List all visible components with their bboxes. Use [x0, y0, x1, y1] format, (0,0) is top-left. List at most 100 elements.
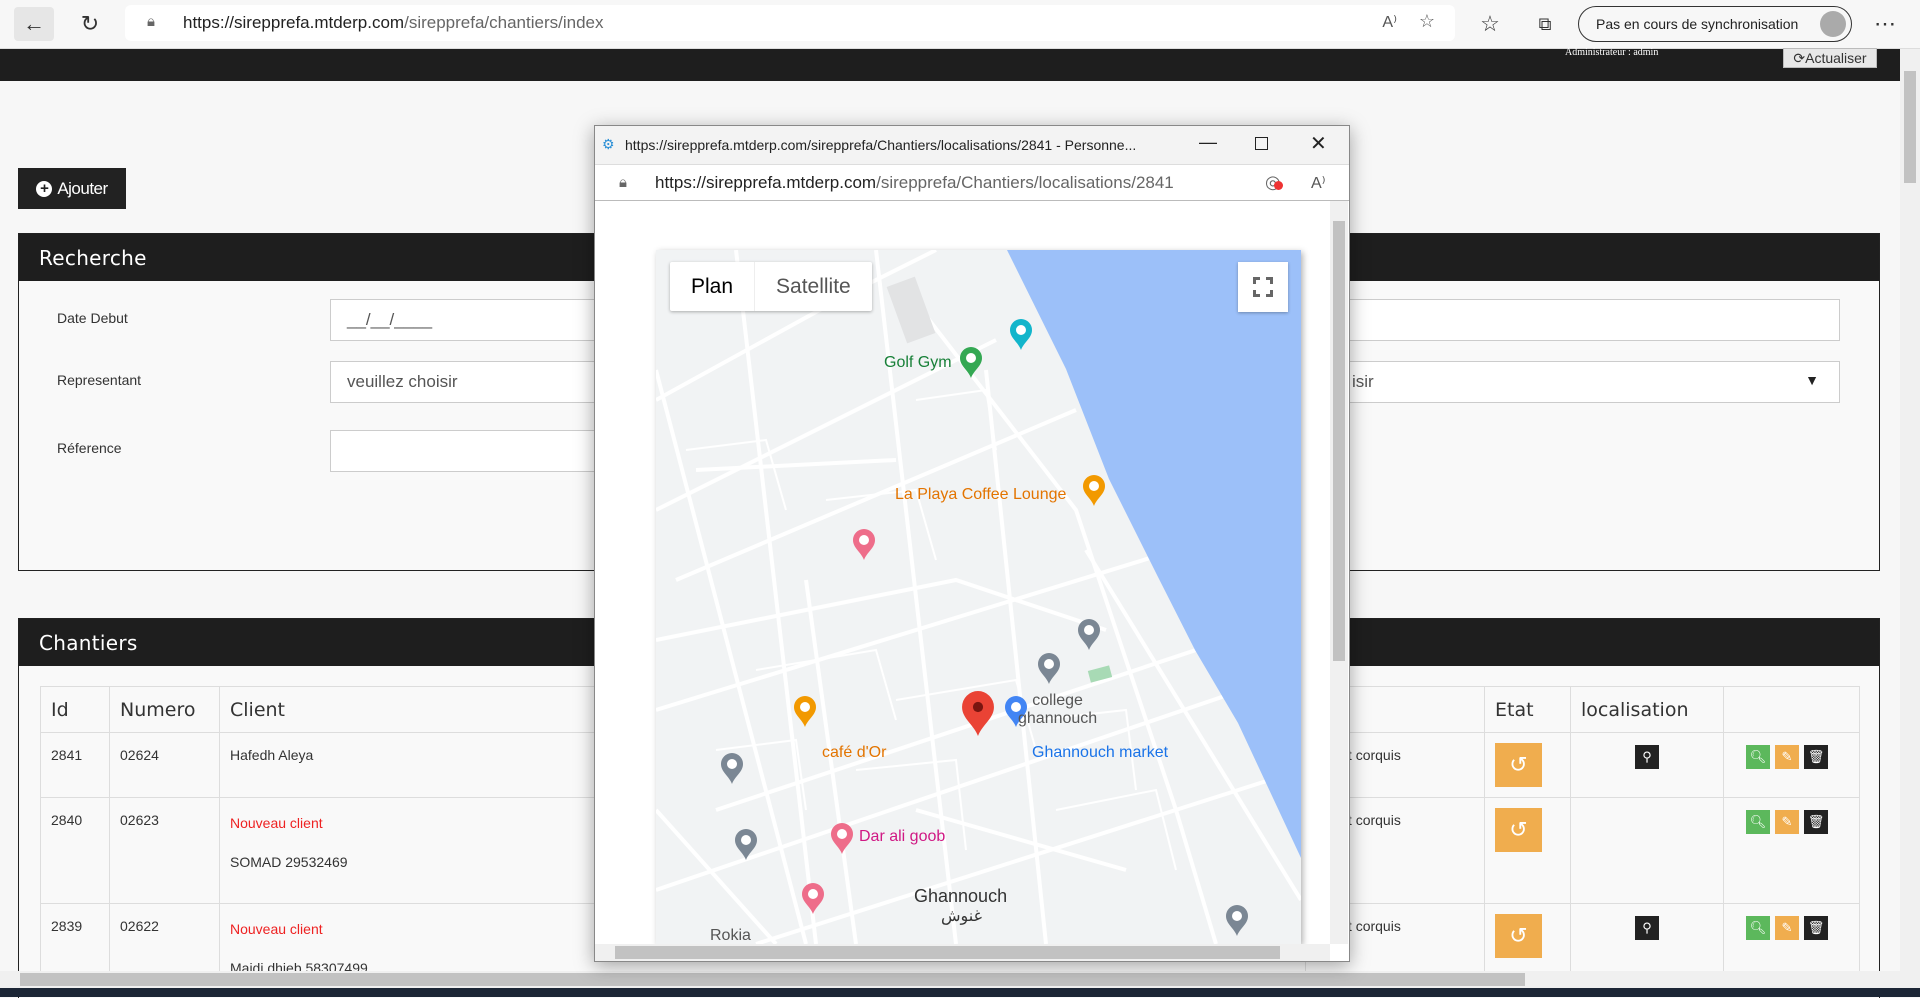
site-gear-icon: ⚙: [602, 136, 615, 152]
back-button[interactable]: ←: [14, 7, 54, 41]
avatar: [1820, 11, 1846, 37]
map-marker-button[interactable]: ⚲: [1635, 916, 1659, 940]
col-numero: Numero: [109, 686, 220, 733]
delete-button[interactable]: 🗑︎: [1804, 916, 1828, 940]
fullscreen-button[interactable]: [1238, 262, 1288, 312]
map-type-control: Plan Satellite: [670, 262, 872, 311]
etat-reset-button[interactable]: ↺: [1495, 808, 1542, 852]
etat-reset-button[interactable]: ↺: [1495, 743, 1542, 787]
delete-button[interactable]: 🗑︎: [1804, 745, 1828, 769]
sync-label: Pas en cours de synchronisation: [1596, 16, 1799, 32]
url-path: /sirepprefa/chantiers/index: [404, 13, 604, 32]
building: [886, 276, 936, 344]
generic-pin-icon[interactable]: [721, 753, 743, 784]
profile-sync-button[interactable]: Pas en cours de synchronisation: [1578, 6, 1852, 42]
refresh-button[interactable]: ⟳ Actualiser: [1783, 48, 1877, 68]
google-map[interactable]: Plan Satellite Golf Gym La Playa Coffee …: [656, 250, 1301, 944]
add-label: Ajouter: [57, 178, 108, 198]
school-pin-icon[interactable]: [1078, 619, 1100, 650]
col-etat: Etat: [1484, 686, 1571, 733]
map-type-plan[interactable]: Plan: [670, 262, 756, 311]
town-ghannouch: Ghannouch: [914, 886, 1008, 906]
taskbar: [0, 988, 1920, 997]
maximize-button[interactable]: [1255, 137, 1268, 150]
horizontal-scroll-thumb[interactable]: [20, 973, 1525, 986]
plus-circle-icon: +: [36, 180, 53, 197]
view-button[interactable]: 🔍︎: [1746, 810, 1770, 834]
admin-user-label: Administrateur : admin: [1565, 47, 1659, 58]
address-bar[interactable]: 🔒︎ https://sirepprefa.mtderp.com/sireppr…: [125, 5, 1455, 41]
vertical-scrollbar[interactable]: [1900, 49, 1920, 988]
place-college[interactable]: college ghannouch: [1018, 692, 1097, 728]
map-marker-button[interactable]: ⚲: [1635, 745, 1659, 769]
place-golf-gym[interactable]: Golf Gym: [884, 354, 952, 372]
location-marker-icon[interactable]: [962, 691, 994, 736]
map-canvas: [656, 250, 1301, 944]
popup-address-bar[interactable]: 🔒︎ https://sirepprefa.mtderp.com/sireppr…: [595, 164, 1349, 201]
edit-button[interactable]: ✎: [1775, 916, 1799, 940]
dar-ali-pin-icon[interactable]: [831, 823, 853, 854]
vertical-scroll-thumb[interactable]: [1904, 71, 1916, 183]
camera-pin-icon[interactable]: [1010, 319, 1032, 350]
refresh-label: Actualiser: [1805, 50, 1867, 66]
add-button[interactable]: + Ajouter: [18, 168, 126, 209]
right-select[interactable]: isir ▼: [1347, 361, 1840, 403]
place-rokia[interactable]: Rokia: [710, 927, 751, 944]
view-button[interactable]: 🔍︎: [1746, 916, 1770, 940]
location-blocked-icon[interactable]: ◎: [1265, 172, 1283, 193]
hotel-pin-icon[interactable]: [802, 883, 824, 914]
refresh-icon: ⟳: [1793, 49, 1806, 66]
place-dar-ali-goob[interactable]: Dar ali goob: [859, 828, 945, 846]
school-pin-icon[interactable]: [1038, 653, 1060, 684]
add-favorite-icon[interactable]: ☆: [1419, 11, 1435, 32]
delete-button[interactable]: 🗑︎: [1804, 810, 1828, 834]
popup-vertical-scrollbar[interactable]: [1330, 201, 1348, 944]
col-localisation: localisation: [1570, 686, 1724, 733]
etat-reset-button[interactable]: ↺: [1495, 914, 1542, 958]
popup-horizontal-scrollbar[interactable]: [595, 944, 1330, 961]
favorites-icon[interactable]: ☆: [1470, 7, 1510, 41]
fullscreen-icon: [1253, 277, 1273, 297]
representant-label: Representant: [57, 372, 142, 388]
mosque-pin-icon[interactable]: [1226, 905, 1248, 936]
read-aloud-icon[interactable]: A⁾: [1382, 12, 1397, 32]
cell-numero: 02624: [109, 732, 220, 798]
right-select-value: isir: [1352, 372, 1374, 391]
url-host: https://sirepprefa.mtderp.com: [183, 13, 405, 32]
college-line2: ghannouch: [1018, 710, 1098, 727]
college-line1: college: [1032, 692, 1083, 709]
browser-toolbar: ← ↻ 🔒︎ https://sirepprefa.mtderp.com/sir…: [0, 0, 1920, 49]
minimize-button[interactable]: —: [1199, 132, 1217, 153]
cell-numero: 02623: [109, 797, 220, 904]
place-la-playa[interactable]: La Playa Coffee Lounge: [895, 486, 1066, 504]
collections-icon[interactable]: ⧉: [1525, 7, 1565, 41]
place-ghannouch-market[interactable]: Ghannouch market: [1032, 744, 1168, 762]
right-input[interactable]: [1347, 299, 1840, 341]
place-cafe-dor[interactable]: café d'Or: [822, 744, 886, 762]
popup-url-path: /sirepprefa/Chantiers/localisations/2841: [876, 172, 1174, 192]
view-button[interactable]: 🔍︎: [1746, 745, 1770, 769]
cafe-pin-icon[interactable]: [794, 696, 816, 727]
popup-url-host: https://sirepprefa.mtderp.com: [655, 172, 877, 192]
close-button[interactable]: ✕: [1310, 131, 1327, 156]
popup-titlebar: ⚙ https://sirepprefa.mtderp.com/sireppre…: [595, 126, 1349, 164]
cell-id: 2841: [40, 732, 110, 798]
lock-icon: 🔒︎: [147, 13, 155, 30]
popup-vertical-thumb[interactable]: [1333, 221, 1345, 661]
caret-down-icon: ▼: [1805, 372, 1819, 388]
reload-button[interactable]: ↻: [70, 7, 110, 41]
reference-label: Réference: [57, 440, 122, 456]
map-type-satellite[interactable]: Satellite: [755, 262, 872, 311]
la-playa-pin-icon[interactable]: [1083, 475, 1105, 506]
cell-id: 2840: [40, 797, 110, 904]
edit-button[interactable]: ✎: [1775, 810, 1799, 834]
read-aloud-icon[interactable]: A⁾: [1311, 173, 1326, 193]
date-debut-label: Date Debut: [57, 310, 128, 326]
popup-horizontal-thumb[interactable]: [615, 946, 1280, 959]
col-actions: [1723, 686, 1860, 733]
hotel-pin-icon[interactable]: [853, 529, 875, 560]
edit-button[interactable]: ✎: [1775, 745, 1799, 769]
more-menu-icon[interactable]: ⋯: [1865, 7, 1905, 41]
golf-gym-pin-icon[interactable]: [960, 347, 982, 378]
horizontal-scrollbar[interactable]: [0, 971, 1900, 988]
